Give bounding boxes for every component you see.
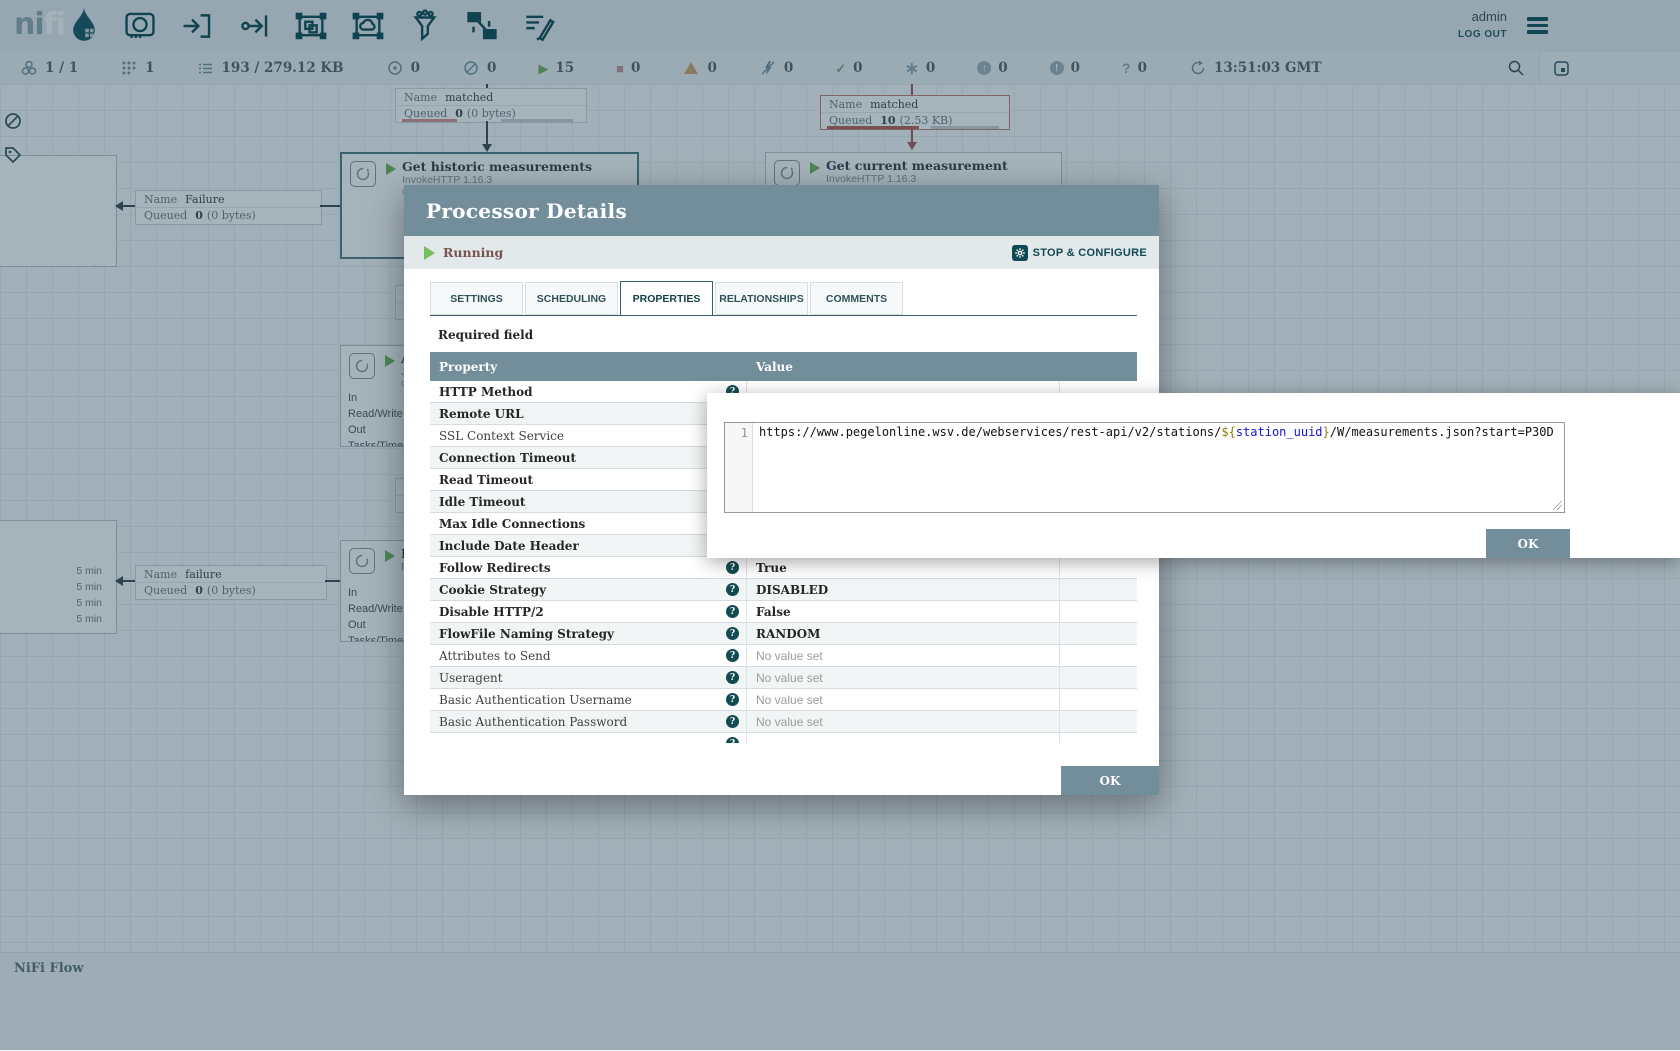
help-icon[interactable]: ? [726,671,739,684]
url-text: /W/measurements.json?start=P30D [1330,425,1554,439]
help-icon[interactable]: ? [726,693,739,706]
help-icon[interactable]: ? [726,583,739,596]
help-icon[interactable]: ? [726,605,739,618]
help-icon[interactable]: ? [726,649,739,662]
value-editor-box: 1 https://www.pegelonline.wsv.de/webserv… [724,422,1565,513]
dialog-title-bar: Processor Details [404,185,1159,236]
dialog-title: Processor Details [426,199,627,223]
el-delimiter: ${ [1221,425,1235,439]
stop-configure-label: STOP & CONFIGURE [1033,247,1147,259]
tab-comments[interactable]: COMMENTS [810,282,903,315]
running-icon [424,246,435,260]
el-variable: station_uuid [1236,425,1323,439]
table-row[interactable]: Follow Redirects? True [430,557,1137,579]
help-icon: ? [726,737,739,743]
table-row[interactable]: FlowFile Naming Strategy? RANDOM [430,623,1137,645]
stop-configure-icon [1012,245,1028,261]
dialog-ok-button[interactable]: OK [1061,766,1159,795]
line-number: 1 [725,423,753,512]
url-text: https://www.pegelonline.wsv.de/webservic… [759,425,1221,439]
value-editor-popup: 1 https://www.pegelonline.wsv.de/webserv… [707,393,1680,558]
column-value: Value [747,360,1060,374]
tab-properties[interactable]: PROPERTIES [620,281,713,316]
table-row[interactable]: Cookie Strategy? DISABLED [430,579,1137,601]
table-row[interactable]: Basic Authentication Username? No value … [430,689,1137,711]
help-icon[interactable]: ? [726,627,739,640]
table-row[interactable]: Disable HTTP/2? False [430,601,1137,623]
table-row[interactable]: Basic Authentication Password? No value … [430,711,1137,733]
run-status-text: Running [443,245,503,260]
table-row[interactable]: Useragent? No value set [430,667,1137,689]
dialog-status-row: Running STOP & CONFIGURE [404,236,1159,269]
table-row[interactable]: Attributes to Send? No value set [430,645,1137,667]
tab-relationships[interactable]: RELATIONSHIPS [715,282,808,315]
value-editor-input[interactable]: https://www.pegelonline.wsv.de/webservic… [753,423,1564,512]
value-editor-ok-button[interactable]: OK [1486,529,1570,558]
el-delimiter: } [1323,425,1330,439]
resize-handle[interactable] [1553,501,1562,510]
column-property: Property [430,360,747,374]
help-icon[interactable]: ? [726,715,739,728]
tab-settings[interactable]: SETTINGS [430,282,523,315]
tab-scheduling[interactable]: SCHEDULING [525,282,618,315]
help-icon[interactable]: ? [726,561,739,574]
table-row-partial: ? [430,733,1137,743]
stop-and-configure-button[interactable]: STOP & CONFIGURE [1012,236,1147,269]
properties-table-header: Property Value [430,352,1137,381]
dialog-tabs: SETTINGS SCHEDULING PROPERTIES RELATIONS… [430,281,1137,316]
required-field-label: Required field [438,328,533,342]
